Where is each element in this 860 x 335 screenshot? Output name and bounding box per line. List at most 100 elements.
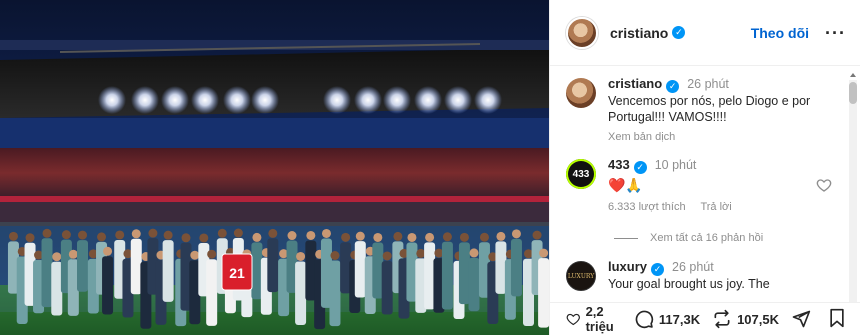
scroll-up-arrow-icon[interactable] [850, 73, 856, 77]
player-head [115, 230, 125, 240]
player-figure [372, 242, 384, 299]
player-figure [130, 238, 142, 295]
player-head [469, 248, 479, 258]
player-head [496, 231, 506, 241]
player-head [163, 230, 173, 240]
verified-icon: ✓ [651, 262, 665, 276]
repost-button[interactable]: 107,5K [712, 309, 779, 329]
player-head [103, 246, 113, 256]
heart-icon [566, 313, 580, 326]
player-head [416, 248, 426, 258]
post-photo[interactable]: 21 [0, 0, 549, 335]
player-head [148, 228, 158, 238]
see-translation-link[interactable]: Xem bản dịch [608, 131, 675, 143]
player-head [199, 233, 209, 243]
player-head [25, 233, 35, 243]
jersey-number: 21 [229, 265, 245, 281]
player-head [52, 252, 62, 262]
player-figure [206, 259, 218, 326]
player-figure [162, 240, 174, 302]
scrollbar-thumb[interactable] [849, 82, 857, 104]
commenter-username[interactable]: luxury [608, 259, 647, 274]
player-figure [102, 256, 114, 315]
player-head [407, 232, 417, 242]
commenter-avatar[interactable]: LUXURY [566, 261, 596, 291]
comments-count: 117,3K [658, 311, 701, 327]
comment-button[interactable]: 117,3K [634, 309, 700, 329]
repost-icon [714, 309, 730, 329]
player-head [268, 228, 278, 238]
player-head [181, 233, 191, 243]
comment-time[interactable]: 26 phút [687, 77, 729, 91]
author-username[interactable]: cristiano [610, 25, 668, 41]
player-figure [77, 240, 89, 292]
comment-item: 433 433 ✓ 10 phút ❤️🙏 6.333 lượt thích Trả… [566, 157, 840, 215]
player-head [233, 228, 243, 238]
player-head [207, 249, 217, 259]
player-figure [51, 261, 63, 316]
view-replies-link[interactable]: Xem tất cả 16 phản hồi [614, 232, 763, 244]
player-head [459, 232, 469, 242]
player-head [355, 231, 365, 241]
player-figure [458, 242, 470, 305]
verified-icon: ✓ [633, 160, 647, 174]
stadium-team-photo: 21 [0, 0, 549, 335]
player-head [190, 250, 200, 260]
comments-scrollbar[interactable] [849, 80, 857, 334]
player-head [479, 232, 489, 242]
player-head [217, 228, 227, 238]
player-figure [295, 261, 307, 325]
player-figure [538, 258, 549, 328]
commenter-username[interactable]: cristiano [608, 76, 662, 91]
verified-icon: ✓ [666, 79, 680, 93]
comment-time[interactable]: 10 phút [655, 158, 697, 172]
follow-button[interactable]: Theo dõi [751, 25, 809, 41]
player-head [330, 251, 340, 261]
player-head [306, 230, 316, 240]
player-head [287, 231, 297, 241]
comment-bubble-icon [635, 310, 654, 329]
post-sidebar: cristiano ✓ Theo dõi ··· cristiano ✓ 26 ph… [549, 0, 860, 335]
player-figure [468, 257, 480, 312]
player-figure [495, 241, 507, 294]
player-head [8, 231, 18, 241]
player-head [61, 230, 71, 240]
player-figure [41, 238, 53, 308]
player-head [511, 229, 521, 239]
comment-text: ❤️🙏 [608, 176, 643, 193]
share-button[interactable] [791, 309, 816, 329]
author-avatar[interactable] [566, 16, 598, 49]
bookmark-icon [830, 308, 844, 327]
comment-like-heart-icon[interactable] [816, 177, 832, 193]
player-head [78, 230, 88, 240]
player-figure [267, 238, 279, 293]
likes-count: 2,2 triệu [585, 304, 614, 334]
comment-text: Your goal brought us joy. The [608, 276, 770, 291]
post-action-bar: 2,2 triệu 117,3K 107,5K [550, 302, 860, 335]
commenter-username[interactable]: 433 [608, 157, 630, 172]
player-figure [510, 238, 522, 297]
player-figure [329, 260, 341, 327]
more-options-icon[interactable]: ··· [825, 24, 846, 42]
comment-likes-count[interactable]: 6.333 lượt thích [608, 201, 686, 213]
save-button[interactable] [828, 308, 846, 331]
player-head [382, 251, 392, 261]
player-head [321, 228, 331, 238]
comment-time[interactable]: 26 phút [672, 260, 714, 274]
commenter-avatar[interactable] [566, 78, 596, 108]
player-head [532, 230, 542, 240]
comment-text: Vencemos por nós, pelo Diogo e por Portu… [608, 93, 811, 124]
player-head [252, 232, 262, 242]
commenter-avatar[interactable]: 433 [566, 159, 596, 189]
player-head [131, 229, 141, 239]
player-figure [441, 241, 453, 310]
verified-icon: ✓ [672, 26, 686, 39]
player-head [97, 232, 107, 242]
reply-link[interactable]: Trả lời [700, 201, 731, 213]
player-figure [381, 260, 393, 315]
player-head [68, 249, 78, 259]
post-header: cristiano ✓ Theo dõi ··· [550, 0, 860, 66]
like-button[interactable]: 2,2 triệu [566, 304, 622, 334]
player-head [539, 248, 549, 258]
player-head [42, 228, 52, 238]
